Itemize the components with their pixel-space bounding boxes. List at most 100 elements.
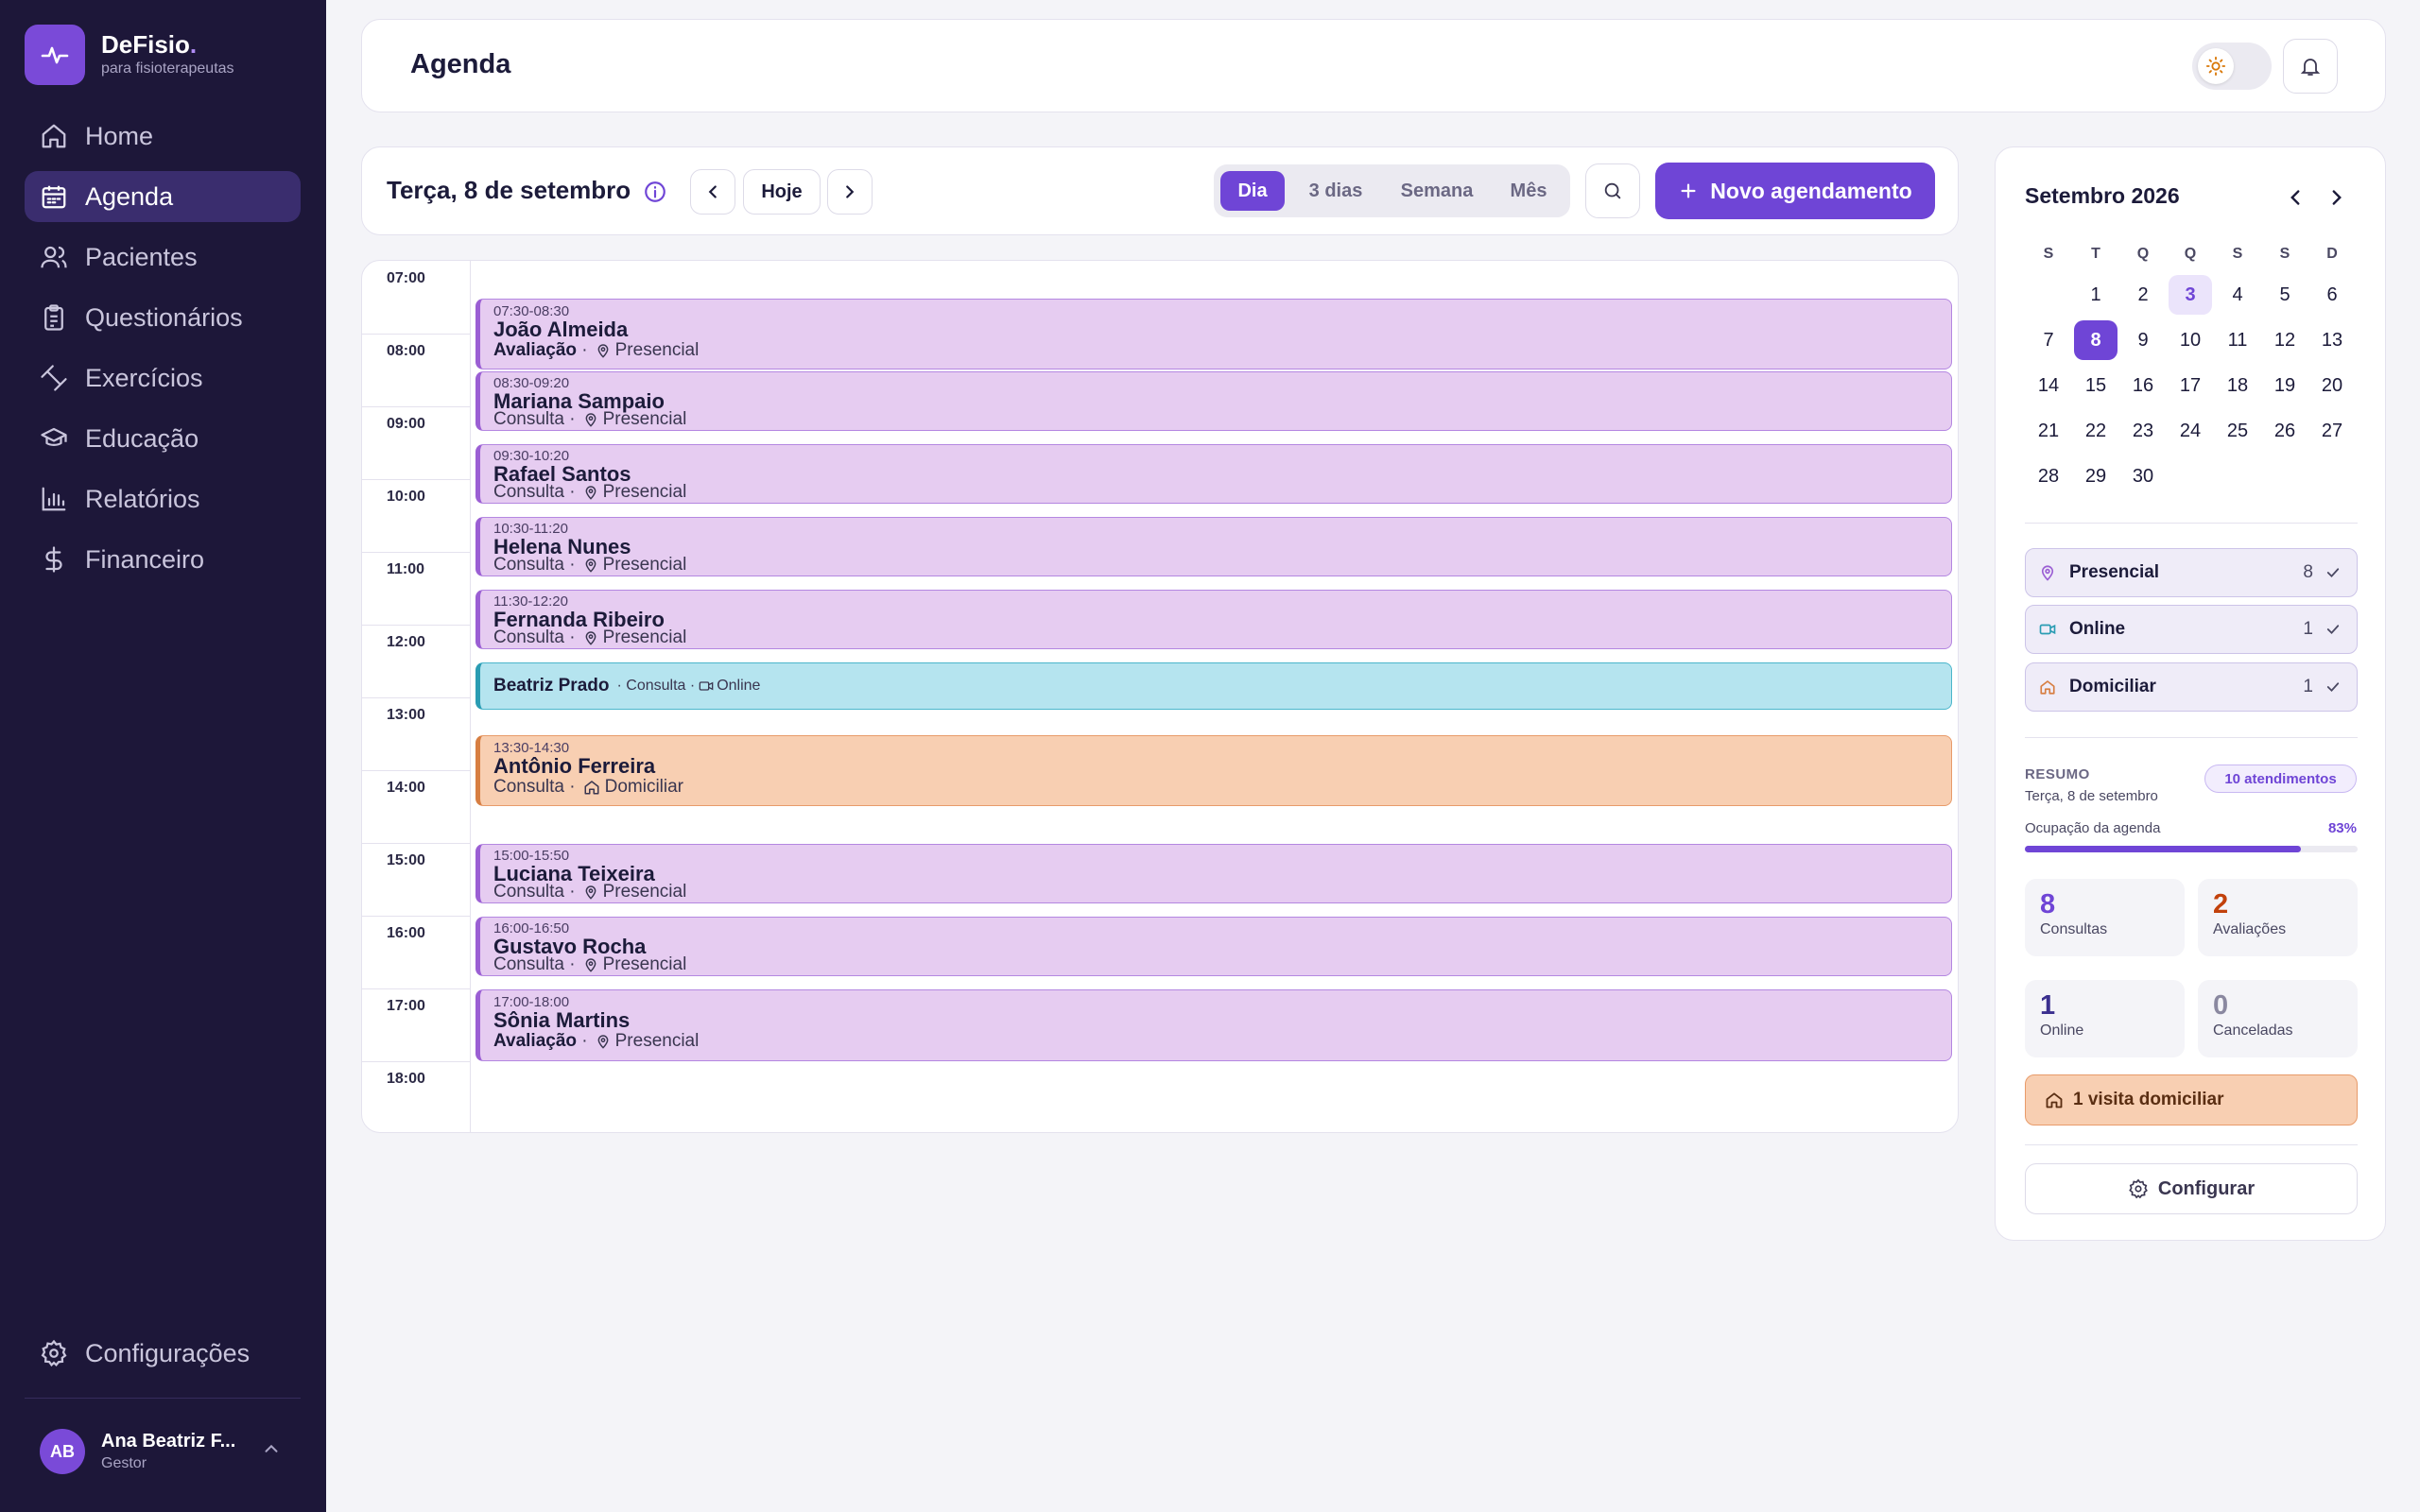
sidebar-item-label: Educação — [85, 423, 199, 453]
calendar-day[interactable]: 2 — [2121, 275, 2165, 315]
chevron-left-icon[interactable] — [2283, 185, 2308, 210]
weekday-label: S — [2279, 246, 2290, 262]
view-day-tab[interactable]: Dia — [1220, 171, 1285, 211]
sidebar-item-home[interactable]: Home — [25, 111, 301, 162]
appointment-card[interactable]: 07:30-08:30 João Almeida Avaliação · Pres… — [475, 299, 1952, 369]
appointment-card[interactable]: Beatriz Prado · Consulta · Online — [475, 662, 1952, 710]
hour-divider — [362, 988, 471, 989]
calendar-day[interactable]: 7 — [2027, 320, 2070, 360]
today-button[interactable]: Hoje — [743, 169, 821, 215]
calendar-day[interactable]: 10 — [2169, 320, 2212, 360]
calendar-day[interactable]: 25 — [2216, 411, 2259, 451]
notifications-button[interactable] — [2283, 39, 2338, 94]
calendar-day[interactable]: 28 — [2027, 456, 2070, 496]
calendar-day[interactable]: 14 — [2027, 366, 2070, 405]
calendar-day[interactable]: 1 — [2074, 275, 2118, 315]
filter-label: Presencial — [2069, 562, 2160, 582]
calendar-day[interactable]: 19 — [2263, 366, 2307, 405]
sidebar-item-label: Exercícios — [85, 363, 203, 392]
appointment-meta: Beatriz Prado · Consulta · Online — [493, 676, 761, 696]
appointment-card[interactable]: 13:30-14:30 Antônio Ferreira Consulta · D… — [475, 735, 1952, 806]
summary-date: Terça, 8 de setembro — [2025, 788, 2158, 804]
weekday-label: D — [2326, 246, 2338, 262]
appointment-card[interactable]: 16:00-16:50 Gustavo Rocha Consulta · Pres… — [475, 917, 1952, 976]
current-date-title: Terça, 8 de setembro — [387, 176, 631, 204]
calendar-day[interactable]: 23 — [2121, 411, 2165, 451]
weekday-label: S — [2232, 246, 2243, 262]
view-month-tab[interactable]: Mês — [1495, 171, 1563, 211]
appointment-card[interactable]: 15:00-15:50 Luciana Teixeira Consulta · P… — [475, 844, 1952, 903]
calendar-day[interactable]: 18 — [2216, 366, 2259, 405]
sidebar-item-configuracoes[interactable]: Configurações — [25, 1328, 301, 1379]
hour-divider — [362, 479, 471, 480]
calendar-day[interactable]: 22 — [2074, 411, 2118, 451]
view-week-tab[interactable]: Semana — [1385, 171, 1489, 211]
sun-icon — [2198, 48, 2234, 84]
stat-number: 2 — [2213, 889, 2229, 919]
divider — [2025, 737, 2358, 738]
new-appointment-button[interactable]: Novo agendamento — [1655, 163, 1935, 219]
stat-label: Consultas — [2040, 921, 2108, 937]
view-switcher: Dia 3 dias Semana Mês — [1214, 164, 1570, 217]
filter-domiciliar[interactable]: Domiciliar 1 — [2025, 662, 2358, 712]
calendar-day[interactable]: 29 — [2074, 456, 2118, 496]
calendar-day[interactable]: 8 — [2074, 320, 2118, 360]
calendar-day[interactable]: 21 — [2027, 411, 2070, 451]
chevron-up-icon[interactable] — [261, 1438, 282, 1459]
calendar-day[interactable]: 13 — [2310, 320, 2354, 360]
next-day-button[interactable] — [827, 169, 873, 215]
calendar-day[interactable]: 11 — [2216, 320, 2259, 360]
sidebar-item-relatorios[interactable]: Relatórios — [25, 473, 301, 524]
theme-toggle[interactable] — [2192, 43, 2272, 90]
chevron-right-icon[interactable] — [2325, 185, 2349, 210]
appointment-card[interactable]: 10:30-11:20 Helena Nunes Consulta · Prese… — [475, 517, 1952, 576]
calendar-day[interactable]: 17 — [2169, 366, 2212, 405]
previous-day-button[interactable] — [690, 169, 735, 215]
appointment-card[interactable]: 11:30-12:20 Fernanda Ribeiro Consulta · P… — [475, 590, 1952, 649]
calendar-day[interactable]: 26 — [2263, 411, 2307, 451]
hour-divider — [362, 625, 471, 626]
filter-presencial[interactable]: Presencial 8 — [2025, 548, 2358, 597]
appointment-card[interactable]: 09:30-10:20 Rafael Santos Consulta · Pres… — [475, 444, 1952, 504]
brand[interactable]: DeFisio. para fisioterapeutas — [25, 25, 234, 85]
configure-button[interactable]: Configurar — [2025, 1163, 2358, 1214]
appointment-card[interactable]: 08:30-09:20 Mariana Sampaio Consulta · Pr… — [475, 371, 1952, 431]
sidebar-item-questionarios[interactable]: Questionários — [25, 292, 301, 343]
sidebar-item-label: Agenda — [85, 181, 174, 211]
appointment-time: 09:30-10:20 — [493, 448, 570, 464]
patient-name: João Almeida — [493, 318, 629, 341]
home-visit-alert[interactable]: 1 visita domiciliar — [2025, 1074, 2358, 1125]
sidebar-item-pacientes[interactable]: Pacientes — [25, 232, 301, 283]
calendar-day[interactable]: 15 — [2074, 366, 2118, 405]
sidebar-item-financeiro[interactable]: Financeiro — [25, 534, 301, 585]
sidebar-item-agenda[interactable]: Agenda — [25, 171, 301, 222]
configure-label: Configurar — [2157, 1177, 2256, 1199]
filter-online[interactable]: Online 1 — [2025, 605, 2358, 654]
calendar-day[interactable]: 3 — [2169, 275, 2212, 315]
calendar-day[interactable]: 24 — [2169, 411, 2212, 451]
calendar-day[interactable]: 27 — [2310, 411, 2354, 451]
stat-online: 1 Online — [2025, 980, 2185, 1057]
view-3days-tab[interactable]: 3 dias — [1292, 171, 1379, 211]
search-icon — [1604, 182, 1621, 199]
patient-name: Beatriz Prado — [493, 676, 610, 696]
sidebar-item-exercicios[interactable]: Exercícios — [25, 352, 301, 404]
user-profile[interactable]: AB Ana Beatriz F... Gestor — [40, 1429, 235, 1474]
hour-label: 08:00 — [387, 343, 425, 359]
calendar-day[interactable]: 30 — [2121, 456, 2165, 496]
info-icon[interactable] — [643, 180, 667, 204]
calendar-day[interactable]: 5 — [2263, 275, 2307, 315]
time-column: 07:00 08:00 09:00 10:00 11:00 12:00 13:0… — [362, 261, 471, 1132]
calendar-day[interactable]: 6 — [2310, 275, 2354, 315]
calendar-day[interactable]: 16 — [2121, 366, 2165, 405]
calendar-day[interactable]: 4 — [2216, 275, 2259, 315]
calendar-day[interactable]: 20 — [2310, 366, 2354, 405]
sidebar-item-educacao[interactable]: Educação — [25, 413, 301, 464]
search-button[interactable] — [1585, 163, 1640, 218]
sidebar-item-label: Home — [85, 121, 154, 150]
appointment-card[interactable]: 17:00-18:00 Sônia Martins Avaliação · Pre… — [475, 989, 1952, 1061]
calendar-day[interactable]: 9 — [2121, 320, 2165, 360]
stat-avaliacoes: 2 Avaliações — [2198, 879, 2358, 956]
appointment-meta: Consulta · Presencial — [493, 882, 687, 902]
calendar-day[interactable]: 12 — [2263, 320, 2307, 360]
